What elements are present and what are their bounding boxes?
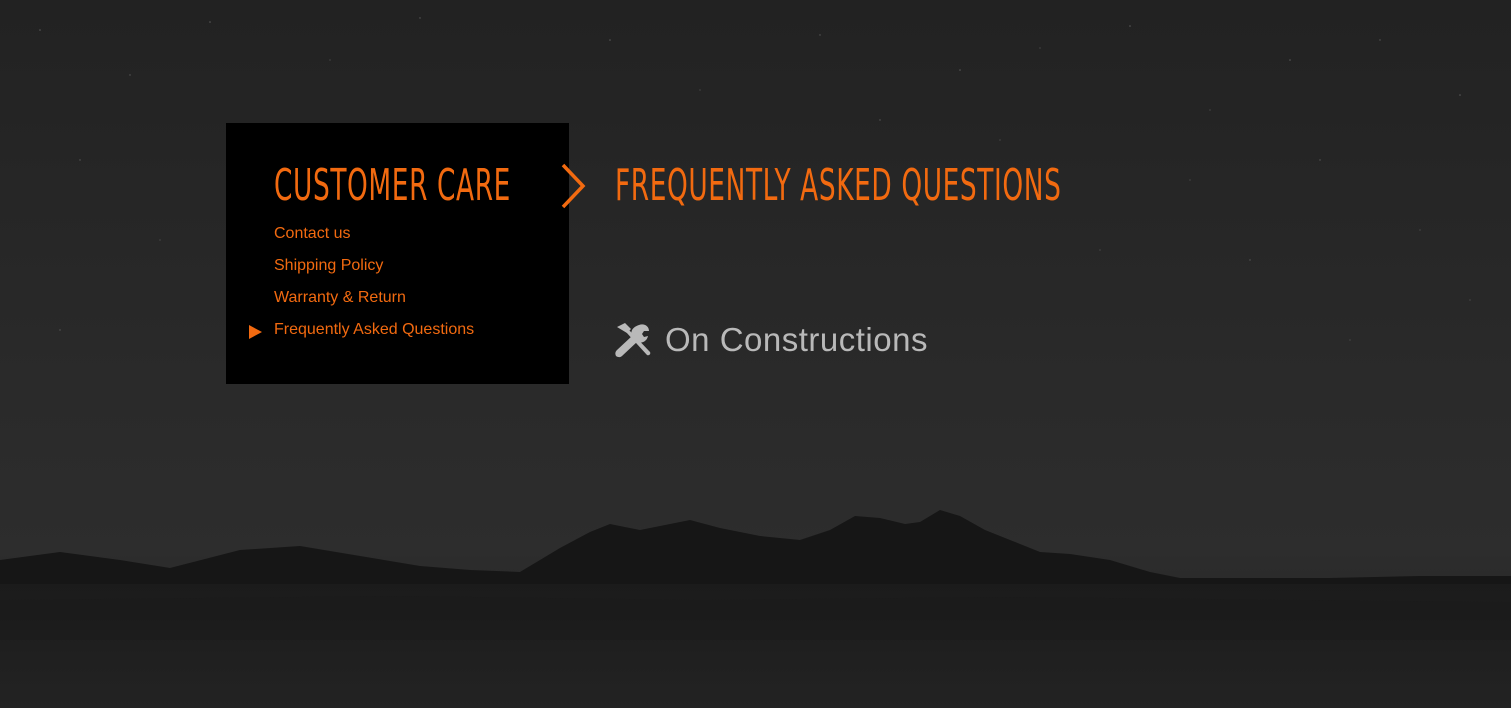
sidebar-item-shipping-policy[interactable]: Shipping Policy [274, 255, 474, 287]
section-heading: On Constructions [614, 320, 928, 360]
sidebar-item-contact-us[interactable]: Contact us [274, 223, 474, 255]
sidebar-title: CUSTOMER CARE [274, 160, 511, 211]
triangle-right-icon [249, 325, 262, 339]
sidebar-item-label: Shipping Policy [274, 257, 384, 274]
sidebar-item-label: Frequently Asked Questions [274, 321, 475, 338]
tools-icon [615, 323, 651, 358]
section-title: On Constructions [665, 321, 928, 358]
chevron-right-icon [561, 163, 586, 209]
sidebar-item-warranty-return[interactable]: Warranty & Return [274, 287, 474, 319]
sidebar-item-label: Contact us [274, 225, 351, 242]
sidebar-panel: CUSTOMER CARE Contact us Shipping Policy… [226, 123, 569, 384]
sidebar-item-faq[interactable]: Frequently Asked Questions [249, 319, 475, 351]
sidebar-item-label: Warranty & Return [274, 289, 406, 306]
page-title: FREQUENTLY ASKED QUESTIONS [615, 160, 1062, 211]
sidebar-menu: Contact us Shipping Policy Warranty & Re… [249, 223, 475, 351]
